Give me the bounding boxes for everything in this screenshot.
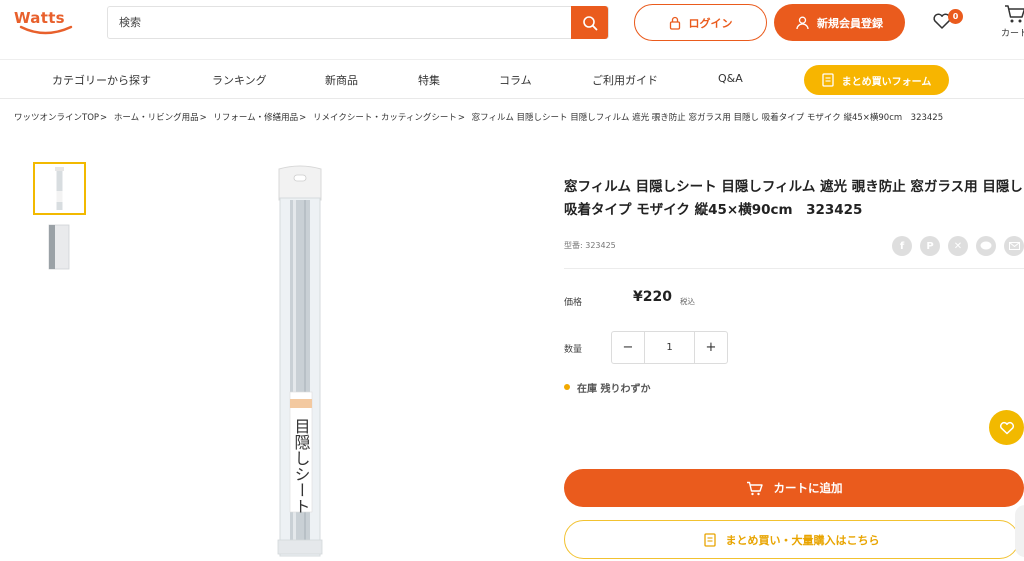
search-bar	[107, 6, 609, 39]
heart-icon	[999, 421, 1014, 434]
product-roll-image: 目隠しシート	[277, 165, 323, 557]
pinterest-icon[interactable]: P	[920, 236, 940, 256]
bulk-order-form-button[interactable]: まとめ買いフォーム	[804, 65, 949, 95]
document-icon	[821, 73, 834, 87]
breadcrumb-separator: >	[299, 113, 307, 123]
chat-bubble-icon	[980, 241, 992, 250]
cart-label[interactable]: カート	[1001, 26, 1024, 39]
breadcrumb-current: 窓フィルム 目隠しシート 目隠しフィルム 遮光 覗き防止 窓ガラス用 目隠し 吸…	[471, 113, 944, 123]
breadcrumb-separator: >	[199, 113, 207, 123]
breadcrumb-item[interactable]: リメイクシート・カッティングシート	[313, 113, 457, 123]
product-main-image[interactable]: 目隠しシート	[230, 162, 380, 561]
price-label: 価格	[564, 298, 583, 308]
add-to-cart-label: カートに追加	[773, 481, 843, 495]
breadcrumb-item[interactable]: ワッツオンラインTOP	[14, 113, 99, 123]
nav-item-qa[interactable]: Q&A	[718, 72, 743, 85]
bulk-purchase-button[interactable]: まとめ買い・大量購入はこちら	[564, 520, 1019, 559]
add-to-favorites-button[interactable]	[989, 410, 1024, 445]
envelope-icon	[1008, 242, 1020, 250]
stock-status: 在庫 残りわずか	[577, 384, 651, 395]
product-thumbnail[interactable]	[33, 162, 86, 215]
nav-item-categories[interactable]: カテゴリーから探す	[52, 72, 151, 88]
stock-status-dot	[564, 384, 570, 390]
bulk-order-form-label: まとめ買いフォーム	[841, 76, 932, 88]
breadcrumb-separator: >	[100, 113, 108, 123]
nav-item-ranking[interactable]: ランキング	[212, 72, 267, 88]
favorites-count-badge: 0	[948, 9, 963, 24]
breadcrumb: ワッツオンラインTOP> ホーム・リビング用品> リフォーム・修繕用品> リメイ…	[14, 111, 1024, 125]
product-price: ¥220	[633, 289, 672, 305]
side-widget-tab[interactable]	[1015, 505, 1024, 557]
register-button[interactable]: 新規会員登録	[774, 4, 905, 41]
quantity-increase-button[interactable]: +	[694, 332, 727, 363]
search-icon	[582, 15, 597, 30]
tax-included-label: 税込	[680, 297, 695, 306]
cart-icon	[746, 481, 763, 495]
bulk-purchase-label: まとめ買い・大量購入はこちら	[725, 533, 880, 547]
line-icon[interactable]	[976, 236, 996, 256]
quantity-stepper: − +	[611, 331, 728, 364]
search-button[interactable]	[571, 6, 608, 39]
breadcrumb-item[interactable]: リフォーム・修繕用品	[213, 113, 298, 123]
product-sheet-thumbnail-image	[48, 224, 70, 270]
logo-smile-icon	[19, 25, 73, 35]
cart-icon	[1005, 5, 1024, 23]
section-divider	[564, 268, 1024, 269]
document-icon	[703, 532, 716, 547]
watts-logo[interactable]: Watts	[14, 9, 80, 39]
package-label-text: 目隠しシート	[292, 418, 311, 514]
product-roll-thumbnail-image	[55, 167, 64, 210]
quantity-decrease-button[interactable]: −	[612, 332, 645, 363]
nav-item-column[interactable]: コラム	[499, 72, 532, 88]
product-thumbnail[interactable]	[33, 221, 86, 274]
site-header: Watts ログイン 新規会員登録 0	[0, 0, 1024, 60]
user-icon	[796, 16, 809, 29]
nav-item-new-products[interactable]: 新商品	[325, 72, 358, 88]
nav-item-features[interactable]: 特集	[418, 72, 440, 88]
add-to-cart-button[interactable]: カートに追加	[564, 469, 1024, 507]
search-input[interactable]	[108, 7, 573, 38]
facebook-icon[interactable]: f	[892, 236, 912, 256]
quantity-input[interactable]	[645, 332, 694, 363]
x-icon[interactable]: ✕	[948, 236, 968, 256]
nav-item-guide[interactable]: ご利用ガイド	[592, 72, 658, 88]
register-label: 新規会員登録	[817, 16, 883, 30]
product-sku: 型番: 323425	[564, 241, 616, 250]
breadcrumb-separator: >	[457, 113, 465, 123]
login-label: ログイン	[688, 16, 733, 30]
product-title: 窓フィルム 目隠しシート 目隠しフィルム 遮光 覗き防止 窓ガラス用 目隠し 吸…	[564, 179, 1023, 218]
login-button[interactable]: ログイン	[634, 4, 767, 41]
lock-icon	[669, 16, 680, 30]
mail-icon[interactable]	[1004, 236, 1024, 256]
main-nav: カテゴリーから探す ランキング 新商品 特集 コラム ご利用ガイド Q&A まと…	[0, 61, 1024, 99]
quantity-label: 数量	[564, 345, 583, 355]
breadcrumb-item[interactable]: ホーム・リビング用品	[114, 113, 199, 123]
